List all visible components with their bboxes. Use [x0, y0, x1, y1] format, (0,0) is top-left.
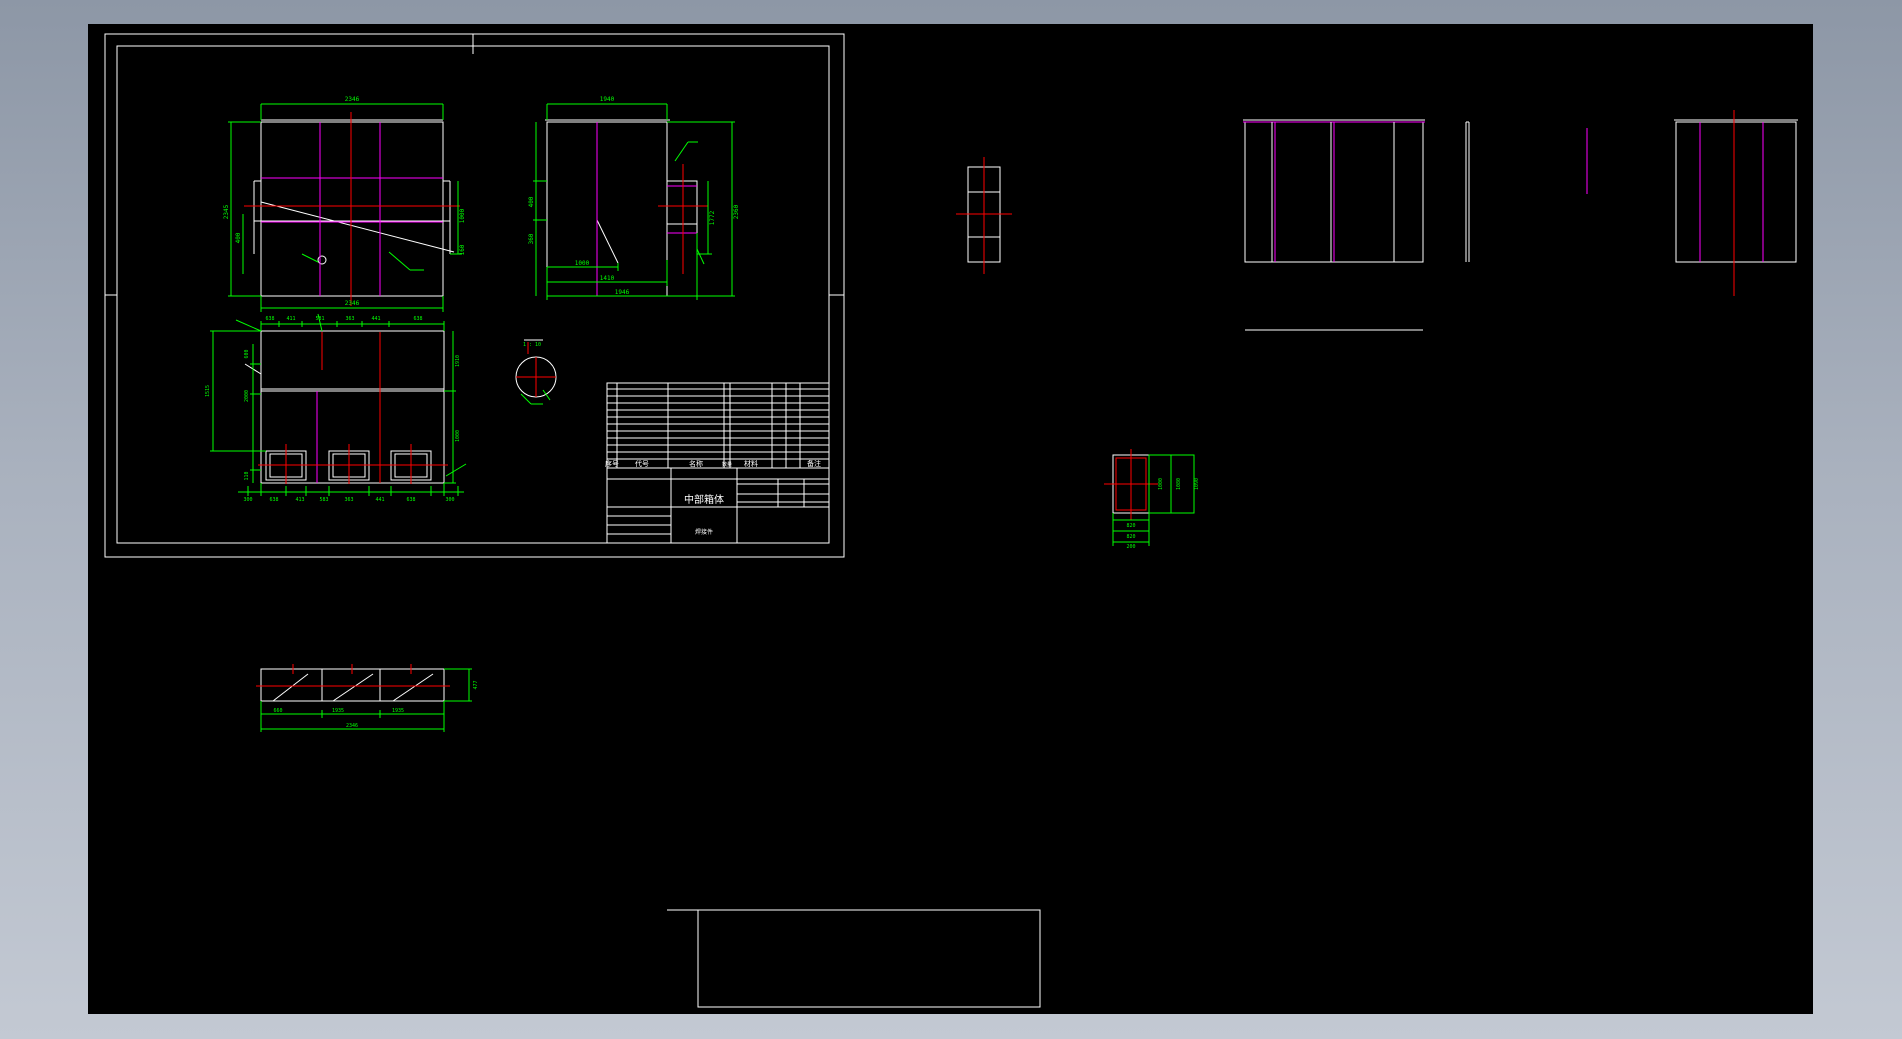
dim-section-1: 820 — [1126, 523, 1135, 529]
bom-header-qty: 数量 — [722, 461, 732, 468]
dim-plan-top-1: 638 — [265, 316, 274, 322]
dim-plan-right-2: 1000 — [455, 430, 461, 442]
dim-plan-bottom-1: 300 — [243, 497, 252, 503]
dim-top-base: 2346 — [345, 300, 360, 307]
dim-top-h3: 160 — [459, 244, 466, 255]
dim-section-2: 1000 — [1158, 478, 1164, 490]
bom-header-material: 材料 — [744, 459, 758, 468]
dim-side-b2: 1410 — [600, 275, 615, 282]
dim-section-6: 200 — [1126, 544, 1135, 550]
dim-plan-bottom-4: 583 — [319, 497, 328, 503]
dim-side-part: 1772 — [709, 210, 716, 225]
dim-plan-bottom-6: 441 — [375, 497, 384, 503]
bom-table: 序号 代号 名称 数量 材料 备注 中部箱体 焊接件 — [605, 382, 830, 544]
dim-section-5: 820 — [1126, 534, 1135, 540]
title-block-title: 中部箱体 — [684, 493, 724, 506]
dim-side-width: 1940 — [600, 96, 615, 103]
bom-header-seq: 序号 — [605, 459, 619, 468]
cad-drawing-canvas[interactable]: 2346 2346 2345 400 1000 160 1940 400 360… — [88, 24, 1813, 1014]
bom-header-note: 备注 — [807, 459, 821, 468]
dim-plan-bottom-8: 300 — [445, 497, 454, 503]
dim-plan-left-3: 2000 — [244, 390, 250, 402]
dim-side-h2: 360 — [528, 233, 535, 244]
dim-plan-top-3: 581 — [315, 316, 324, 322]
dim-top-h1: 1000 — [459, 208, 466, 223]
dim-plan-top-5: 441 — [371, 316, 380, 322]
dim-top-h2: 400 — [235, 232, 242, 243]
dim-plan-top-6: 638 — [413, 316, 422, 322]
dim-strip-total: 2346 — [346, 723, 358, 729]
right-elevation-1 — [1243, 119, 1425, 331]
section-view: 820 820 200 1000 1080 1090 — [1104, 449, 1200, 550]
plan-view: 638 411 581 363 441 638 1515 600 2000 11… — [205, 313, 467, 503]
dim-plan-top-4: 363 — [345, 316, 354, 322]
bom-header-name: 名称 — [689, 459, 703, 468]
dim-top-width: 2346 — [345, 96, 360, 103]
dim-strip-right: 477 — [473, 680, 479, 689]
dim-plan-left-2: 600 — [244, 349, 250, 358]
dim-plan-bottom-3: 413 — [295, 497, 304, 503]
dim-top-height: 2345 — [223, 204, 230, 219]
side-elevation-view: 1940 400 360 2360 1772 1000 1410 1946 — [528, 96, 740, 300]
dim-plan-left-4: 110 — [244, 471, 250, 480]
dim-strip-3: 1935 — [392, 708, 404, 714]
dim-plan-right-1: 1910 — [455, 355, 461, 367]
detail-scale-label: 1 : 10 — [523, 342, 541, 348]
empty-frame — [667, 909, 1041, 1008]
dim-strip-1: 660 — [273, 708, 282, 714]
dim-side-total: 2360 — [733, 204, 740, 219]
dim-plan-top-2: 411 — [286, 316, 295, 322]
strip-view: 660 1935 1935 2346 477 — [256, 664, 479, 732]
dim-plan-bottom-7: 638 — [406, 497, 415, 503]
right-elevation-3 — [1674, 110, 1798, 296]
cad-model-space[interactable]: 2346 2346 2345 400 1000 160 1940 400 360… — [88, 24, 1813, 1014]
dim-side-h1: 400 — [528, 196, 535, 207]
front-elevation-view: 2346 2346 2345 400 1000 160 — [223, 96, 466, 312]
dim-plan-bottom-5: 363 — [344, 497, 353, 503]
dim-side-b1: 1000 — [575, 260, 590, 267]
detail-view: 1 : 10 — [515, 339, 557, 405]
right-elevation-2 — [1465, 121, 1588, 262]
dim-strip-2: 1935 — [332, 708, 344, 714]
small-column-view — [956, 157, 1012, 274]
dim-plan-bottom-2: 638 — [269, 497, 278, 503]
dim-section-3: 1080 — [1176, 478, 1182, 490]
dim-side-b3: 1946 — [615, 289, 630, 296]
dim-plan-left-1: 1515 — [205, 385, 211, 397]
title-block-subtitle: 焊接件 — [695, 528, 713, 536]
bom-header-code: 代号 — [635, 459, 649, 468]
dim-section-4: 1090 — [1194, 478, 1200, 490]
